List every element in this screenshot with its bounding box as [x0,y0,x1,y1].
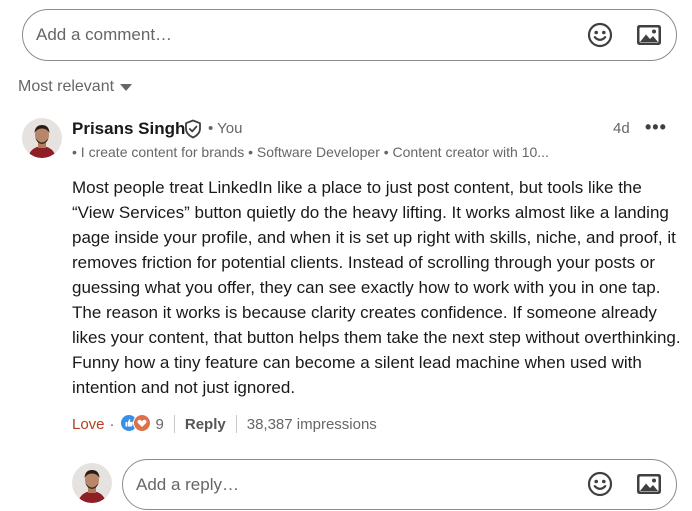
author-avatar[interactable] [22,118,62,158]
sort-dropdown[interactable]: Most relevant [18,78,133,96]
author-name[interactable]: Prisans Singh [72,119,185,139]
sort-label: Most relevant [18,78,115,95]
divider [235,415,237,433]
shield-check-icon [185,119,201,139]
reaction-icons[interactable] [119,414,152,434]
divider [173,415,175,433]
image-icon[interactable] [635,21,663,49]
caret-down-icon [120,83,133,91]
impressions-count: 38,387 impressions [246,415,377,433]
you-label: • You [208,120,243,137]
comment-input[interactable]: Add a comment… [22,9,677,61]
comment-input-placeholder: Add a comment… [36,25,173,44]
reaction-count[interactable]: 9 [156,416,164,433]
more-horizontal-icon[interactable]: ••• [645,117,667,138]
smiley-icon[interactable] [586,21,614,49]
comment-body: Most people treat LinkedIn like a place … [72,178,681,397]
reaction-label[interactable]: Love [72,416,105,433]
reply-input[interactable]: Add a reply… [122,459,677,510]
reply-avatar [72,463,112,503]
image-icon[interactable] [635,470,663,498]
reply-button[interactable]: Reply [185,416,226,433]
heart-reaction-icon [132,414,151,432]
comment-timestamp: 4d [613,120,630,137]
author-headline: • I create content for brands • Software… [72,144,549,160]
smiley-icon[interactable] [586,470,614,498]
comment-actions: Love · 9 Reply 38,387 impressions [72,413,377,435]
reply-input-placeholder: Add a reply… [136,475,239,494]
separator-dot: · [109,415,115,433]
